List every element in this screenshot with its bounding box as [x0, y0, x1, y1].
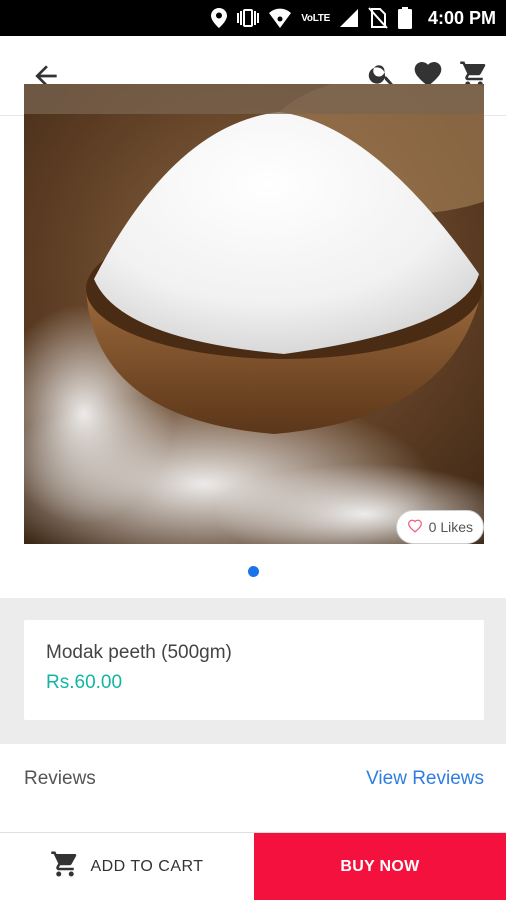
- status-bar: VoLTE 4:00 PM: [0, 0, 506, 36]
- product-info-section: Modak peeth (500gm) Rs.60.00: [0, 598, 506, 744]
- product-image[interactable]: 0 Likes: [24, 84, 484, 544]
- carousel-dot-active[interactable]: [247, 566, 259, 577]
- signal-icon: [339, 9, 358, 27]
- vibrate-icon: [237, 8, 260, 28]
- battery-icon: [397, 7, 412, 29]
- cart-icon: [50, 849, 80, 884]
- product-card: Modak peeth (500gm) Rs.60.00: [24, 620, 484, 720]
- likes-button[interactable]: 0 Likes: [395, 510, 484, 544]
- add-to-cart-button[interactable]: ADD TO CART: [0, 833, 254, 900]
- network-label: VoLTE: [301, 12, 330, 24]
- buy-now-button[interactable]: BUY NOW: [254, 833, 506, 900]
- status-time: 4:00 PM: [427, 7, 496, 28]
- no-sim-icon: [368, 7, 388, 29]
- buy-now-label: BUY NOW: [340, 857, 420, 875]
- product-name: Modak peeth (500gm): [46, 642, 232, 663]
- carousel-indicator: [0, 566, 506, 577]
- reviews-label: Reviews: [24, 768, 96, 789]
- product-photo: [24, 84, 484, 544]
- reviews-row: Reviews View Reviews: [0, 744, 506, 814]
- add-to-cart-label: ADD TO CART: [90, 857, 204, 875]
- view-reviews-link[interactable]: View Reviews: [366, 768, 484, 790]
- bottom-action-bar: ADD TO CART BUY NOW: [0, 832, 506, 900]
- location-icon: [211, 8, 228, 28]
- heart-outline-icon: [407, 519, 423, 536]
- product-price: Rs.60.00: [46, 672, 123, 693]
- likes-count: 0 Likes: [428, 519, 473, 535]
- hotspot-icon: [269, 8, 292, 28]
